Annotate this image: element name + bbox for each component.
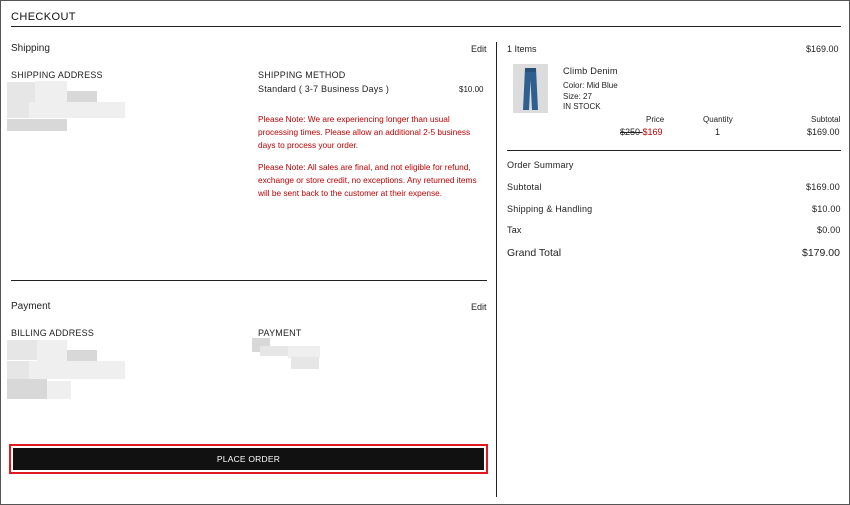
processing-time-note: Please Note: We are experiencing longer …: [258, 114, 471, 150]
shipping-section-title: Shipping: [11, 43, 50, 54]
original-price: $250: [620, 127, 643, 137]
product-quantity: 1: [715, 127, 721, 137]
edit-shipping-link[interactable]: Edit: [471, 44, 487, 54]
items-count: 1 Items: [507, 44, 537, 54]
payment-section-title: Payment: [11, 301, 51, 312]
summary-shipping-label: Shipping & Handling: [507, 204, 593, 214]
billing-address-label: BILLING ADDRESS: [11, 328, 95, 338]
payment-label: PAYMENT: [258, 328, 302, 338]
shipping-payment-divider: [11, 280, 487, 281]
summary-tax-label: Tax: [507, 225, 522, 235]
sale-price: $169: [642, 127, 663, 137]
grand-total-value: $179.00: [802, 247, 840, 259]
product-stock: IN STOCK: [563, 102, 601, 111]
grand-total-label: Grand Total: [507, 247, 562, 259]
shipping-address-label: SHIPPING ADDRESS: [11, 70, 103, 80]
summary-subtotal-value: $169.00: [806, 182, 840, 192]
product-price: $250 $169: [620, 127, 663, 137]
edit-payment-link[interactable]: Edit: [471, 302, 487, 312]
checkout-page: CHECKOUT Shipping Edit SHIPPING ADDRESS …: [0, 0, 850, 505]
place-order-highlight: PLACE ORDER: [9, 444, 488, 474]
place-order-button[interactable]: PLACE ORDER: [13, 448, 484, 470]
summary-shipping-value: $10.00: [812, 204, 841, 214]
product-name[interactable]: Climb Denim: [563, 66, 618, 76]
final-sale-note: Please Note: All sales are final, and no…: [258, 162, 477, 198]
shipping-method-label: SHIPPING METHOD: [258, 70, 346, 80]
shipping-method-price: $10.00: [459, 85, 484, 94]
product-thumbnail[interactable]: [513, 64, 548, 113]
page-title: CHECKOUT: [11, 11, 76, 23]
product-subtotal: $169.00: [807, 127, 840, 137]
title-divider: [11, 26, 841, 27]
subtotal-header: Subtotal: [811, 115, 841, 124]
quantity-header: Quantity: [703, 115, 733, 124]
items-total: $169.00: [806, 44, 839, 54]
shipping-method-name: Standard ( 3-7 Business Days ): [258, 84, 390, 94]
column-divider: [496, 42, 497, 497]
order-summary-title: Order Summary: [507, 160, 574, 170]
product-color: Color: Mid Blue: [563, 81, 618, 90]
summary-tax-value: $0.00: [817, 225, 841, 235]
summary-subtotal-label: Subtotal: [507, 182, 542, 192]
cart-summary-divider: [507, 150, 841, 151]
product-size: Size: 27: [563, 92, 592, 101]
price-header: Price: [646, 115, 665, 124]
jeans-image-icon: [523, 68, 538, 110]
